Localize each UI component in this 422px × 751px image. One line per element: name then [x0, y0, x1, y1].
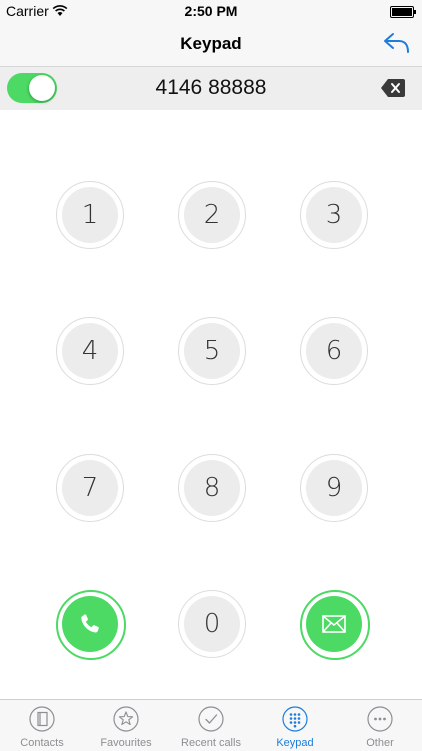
tab-favourites-label: Favourites — [100, 737, 152, 749]
key-2[interactable]: 2 — [178, 181, 246, 249]
page-title: Keypad — [180, 34, 242, 53]
reply-arrow-icon — [384, 33, 409, 53]
key-5[interactable]: 5 — [178, 317, 246, 385]
delete-button[interactable] — [380, 78, 406, 98]
status-bar: Carrier 2:50 PM — [0, 0, 422, 22]
key-4[interactable]: 4 — [56, 317, 124, 385]
key-3[interactable]: 3 — [300, 181, 368, 249]
key-7[interactable]: 7 — [56, 454, 124, 522]
message-button[interactable] — [300, 590, 370, 660]
key-8[interactable]: 8 — [178, 454, 246, 522]
envelope-icon — [322, 615, 346, 633]
tab-other[interactable]: Other — [338, 700, 422, 751]
keypad-icon — [282, 706, 308, 732]
number-entry-bar: 4146 88888 — [0, 67, 422, 110]
tab-keypad-label: Keypad — [276, 737, 314, 749]
key-5-label: 5 — [184, 323, 240, 379]
key-9-label: 9 — [306, 460, 362, 516]
reply-back-button[interactable] — [380, 28, 414, 58]
key-1[interactable]: 1 — [56, 181, 124, 249]
key-8-label: 8 — [184, 460, 240, 516]
battery-icon — [390, 6, 416, 18]
dialed-number: 4146 88888 — [155, 76, 267, 99]
key-0[interactable]: 0 — [178, 590, 246, 658]
key-9[interactable]: 9 — [300, 454, 368, 522]
tab-bar: Contacts Favourites Recent calls Keypad … — [0, 699, 422, 751]
more-icon — [367, 706, 393, 732]
key-6[interactable]: 6 — [300, 317, 368, 385]
tab-contacts[interactable]: Contacts — [0, 700, 84, 751]
key-1-label: 1 — [62, 187, 118, 243]
backspace-icon — [381, 79, 405, 97]
call-button[interactable] — [56, 590, 126, 660]
tab-recent-calls[interactable]: Recent calls — [169, 700, 253, 751]
status-time: 2:50 PM — [184, 3, 238, 19]
phone-icon — [81, 614, 99, 633]
key-0-label: 0 — [184, 596, 240, 652]
key-7-label: 7 — [62, 460, 118, 516]
star-icon — [113, 706, 139, 732]
tab-recent-calls-label: Recent calls — [181, 737, 241, 749]
checkmark-icon — [198, 706, 224, 732]
key-3-label: 3 — [306, 187, 362, 243]
tab-keypad[interactable]: Keypad — [253, 700, 337, 751]
contacts-icon — [29, 706, 55, 732]
key-4-label: 4 — [62, 323, 118, 379]
tab-other-label: Other — [366, 737, 394, 749]
tab-favourites[interactable]: Favourites — [84, 700, 168, 751]
tab-contacts-label: Contacts — [20, 737, 64, 749]
key-6-label: 6 — [306, 323, 362, 379]
navigation-bar: Keypad — [0, 22, 422, 67]
key-2-label: 2 — [184, 187, 240, 243]
